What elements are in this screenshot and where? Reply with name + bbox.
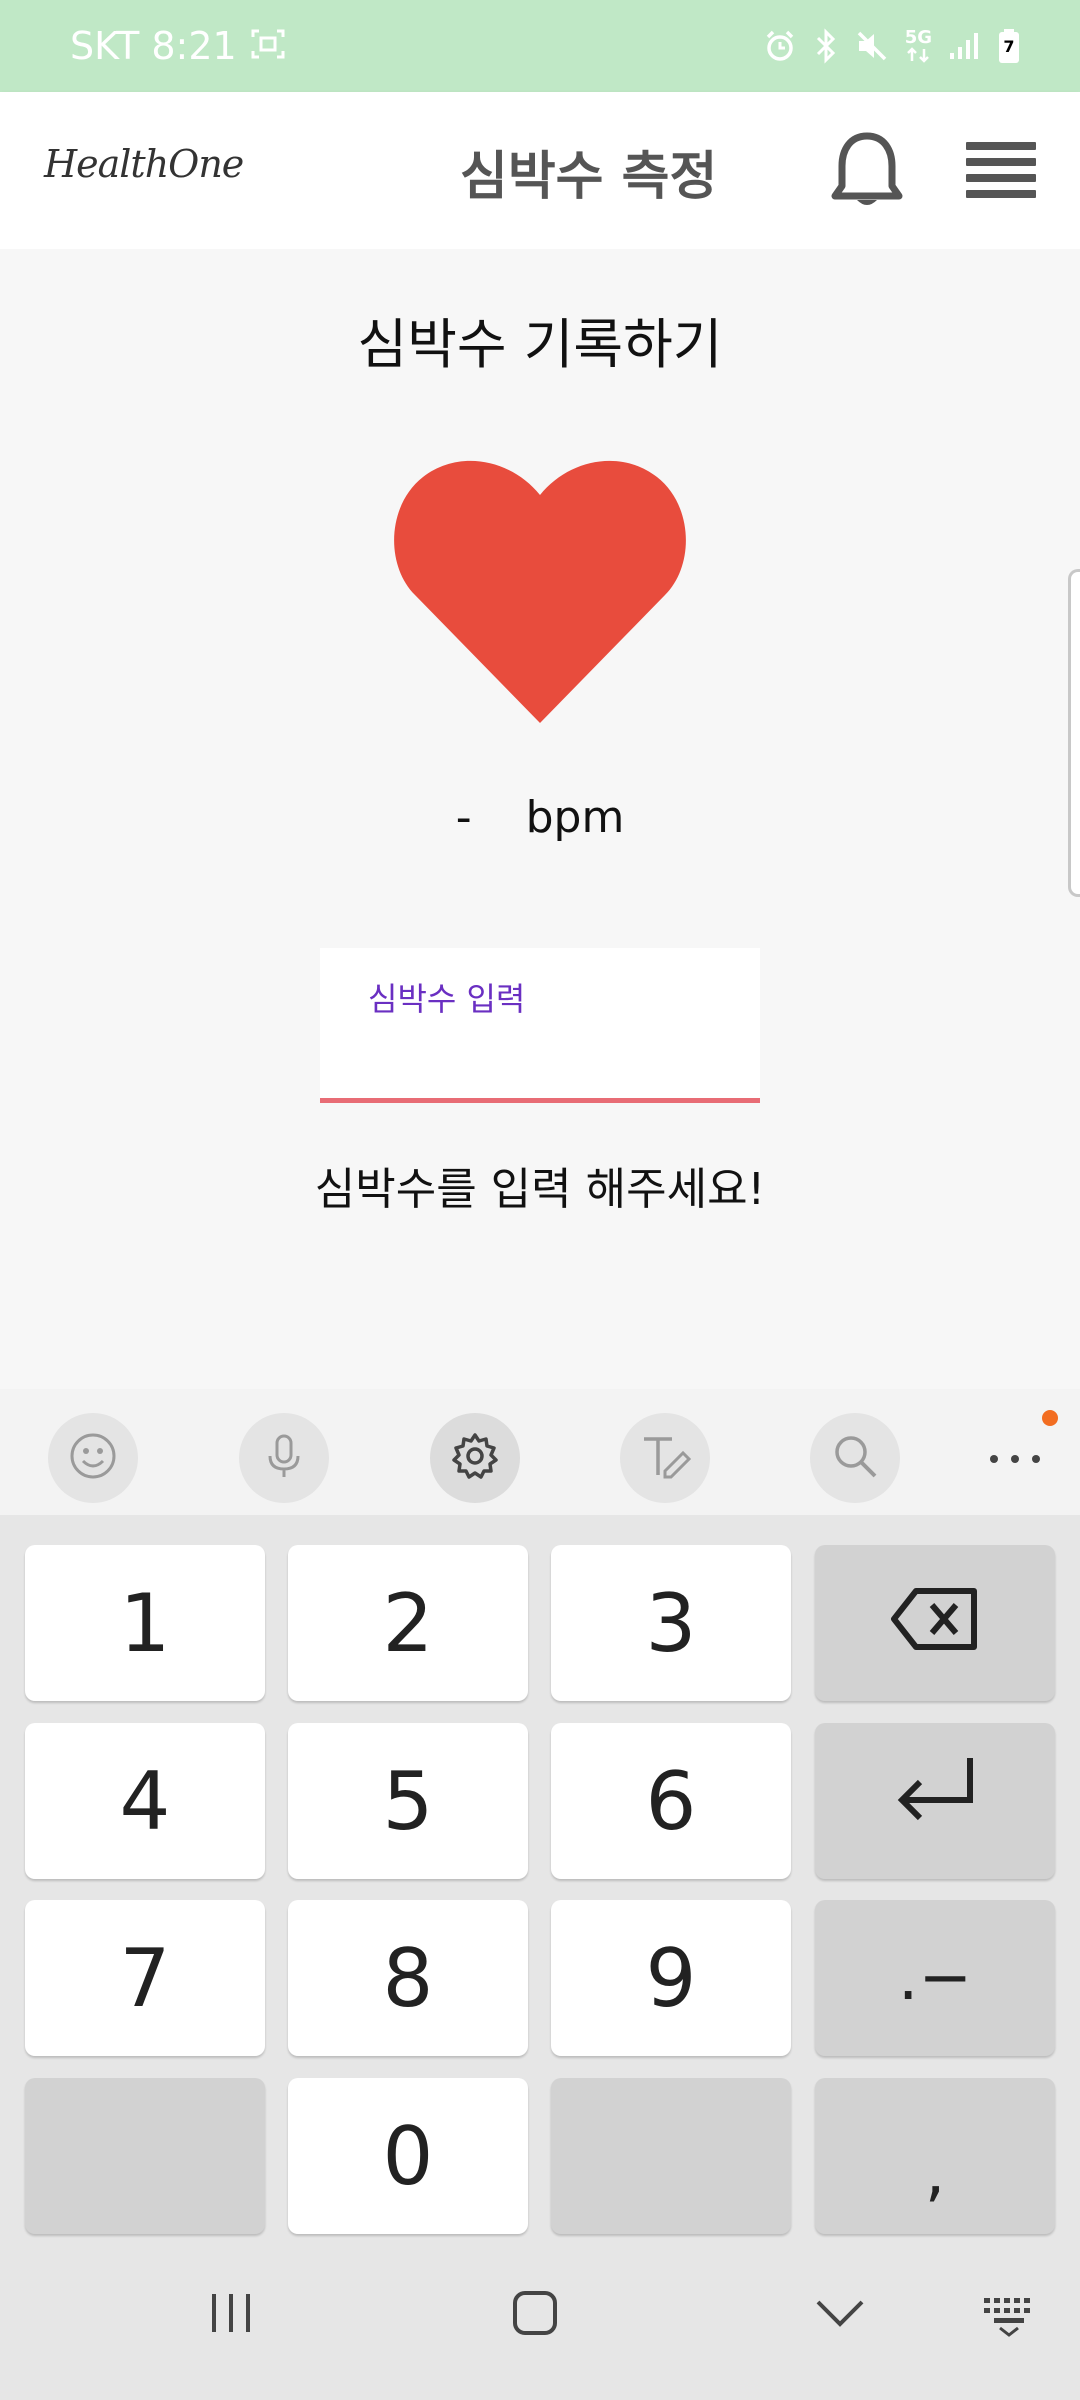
battery-icon: 7: [998, 28, 1020, 64]
status-right: 5G 7: [763, 28, 1020, 64]
keyboard-settings-button[interactable]: [430, 1413, 520, 1503]
carrier-time: SKT 8:21: [70, 24, 237, 68]
more-dot: [1011, 1455, 1019, 1463]
comma-key[interactable]: ,: [815, 2078, 1055, 2234]
bell-icon: [830, 132, 904, 216]
bpm-value: -: [455, 792, 472, 843]
screen: SKT 8:21 5G 7 HealthOne 심박수 측정 심박수 기록하기 …: [0, 0, 1080, 2400]
recent-apps-button[interactable]: [206, 2288, 256, 2342]
menu-icon-bar: [966, 190, 1036, 198]
helper-text: 심박수를 입력 해주세요!: [314, 1164, 766, 1215]
home-button[interactable]: [510, 2288, 560, 2342]
recent-apps-icon: [206, 2294, 256, 2342]
menu-icon-bar: [966, 174, 1036, 182]
handwriting-icon: [639, 1431, 692, 1485]
app-bar: HealthOne 심박수 측정: [0, 92, 1080, 249]
battery-level: 7: [1003, 37, 1015, 56]
section-heading: 심박수 기록하기: [357, 313, 723, 376]
enter-icon: [890, 1752, 980, 1851]
menu-button[interactable]: [966, 142, 1036, 198]
status-bar: SKT 8:21 5G 7: [0, 0, 1080, 92]
key-9[interactable]: 9: [551, 1900, 791, 2056]
voice-input-button[interactable]: [239, 1413, 329, 1503]
emoji-button[interactable]: [48, 1413, 138, 1503]
keyboard-switch-button[interactable]: [982, 2288, 1038, 2342]
page-title: 심박수 측정: [460, 147, 718, 207]
bpm-unit: bpm: [525, 792, 625, 843]
more-icon[interactable]: [990, 1439, 1040, 1479]
keyboard-icon: [982, 2298, 1038, 2342]
bluetooth-icon: [813, 28, 839, 64]
handwriting-button[interactable]: [620, 1413, 710, 1503]
key-7[interactable]: 7: [25, 1900, 265, 2056]
status-left: SKT 8:21: [70, 24, 285, 68]
screenshot-icon: [251, 24, 285, 68]
key-0[interactable]: 0: [288, 2078, 528, 2234]
blank-key-left: [25, 2078, 265, 2234]
key-8[interactable]: 8: [288, 1900, 528, 2056]
symbol-key[interactable]: .−: [815, 1900, 1055, 2056]
search-icon: [830, 1431, 880, 1485]
key-2[interactable]: 2: [288, 1545, 528, 1701]
enter-key[interactable]: [815, 1723, 1055, 1879]
emoji-icon: [68, 1431, 118, 1485]
alarm-icon: [763, 29, 797, 63]
key-5[interactable]: 5: [288, 1723, 528, 1879]
menu-icon-bar: [966, 158, 1036, 166]
heart-rate-input[interactable]: 심박수 입력: [320, 948, 760, 1103]
back-icon: [813, 2300, 867, 2342]
notification-dot: [1042, 1410, 1058, 1426]
numeric-keypad: 1 2 3 4 5 6 7 8 9 .− 0 ,: [0, 1515, 1080, 2240]
back-button[interactable]: [813, 2288, 867, 2342]
app-logo[interactable]: HealthOne: [44, 142, 244, 186]
keyboard-toolbar: [0, 1389, 1080, 1515]
home-icon: [510, 2291, 560, 2342]
heart-icon: [393, 455, 687, 723]
settings-icon: [450, 1431, 500, 1485]
signal-icon: [948, 31, 982, 61]
blank-key-right: [551, 2078, 791, 2234]
input-label: 심박수 입력: [368, 980, 526, 1018]
mute-icon: [855, 29, 889, 63]
key-3[interactable]: 3: [551, 1545, 791, 1701]
more-dot: [990, 1455, 998, 1463]
key-1[interactable]: 1: [25, 1545, 265, 1701]
backspace-key[interactable]: [815, 1545, 1055, 1701]
network-badge: 5G: [904, 27, 932, 48]
backspace-icon: [890, 1577, 980, 1670]
key-4[interactable]: 4: [25, 1723, 265, 1879]
bpm-display: - bpm: [0, 792, 1080, 843]
more-dot: [1032, 1455, 1040, 1463]
network-icon: 5G: [905, 29, 932, 63]
microphone-icon: [259, 1431, 309, 1485]
key-6[interactable]: 6: [551, 1723, 791, 1879]
scroll-handle[interactable]: [1068, 569, 1080, 897]
menu-icon-bar: [966, 142, 1036, 150]
navigation-bar: [0, 2240, 1080, 2400]
keyboard-search-button[interactable]: [810, 1413, 900, 1503]
notification-button[interactable]: [830, 130, 904, 212]
